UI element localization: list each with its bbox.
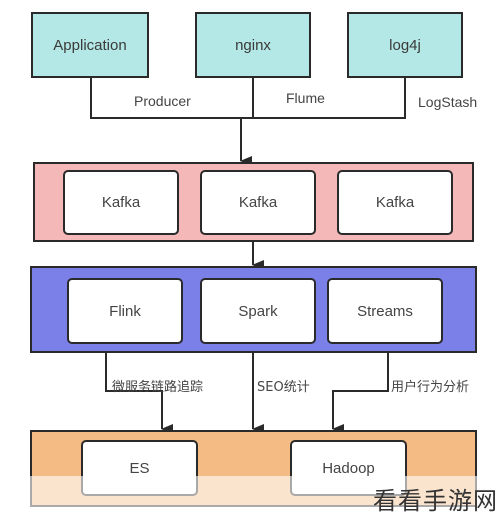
source-application: Application: [31, 12, 149, 78]
use-case-tracing-label: 微服务链路追踪: [112, 380, 204, 395]
processing-node-spark-label: Spark: [238, 302, 278, 320]
use-case-user-behavior-label: 用户行为分析: [391, 380, 470, 395]
processing-node-flink-label: Flink: [109, 302, 141, 320]
arrow-streams-to-storage: [332, 352, 389, 434]
kafka-node: Kafka: [63, 170, 179, 235]
collector-producer-label: Producer: [134, 93, 191, 109]
source-log4j: log4j: [347, 12, 463, 78]
storage-node-hadoop-label: Hadoop: [322, 459, 375, 477]
source-log4j-label: log4j: [389, 36, 421, 54]
collector-logstash-label: LogStash: [418, 94, 478, 110]
processing-node-flink: Flink: [67, 278, 183, 344]
source-nginx-label: nginx: [235, 36, 271, 54]
watermark-text: 看看手游网: [373, 487, 498, 515]
kafka-node-label: Kafka: [101, 194, 141, 211]
storage-node-es-label: ES: [129, 459, 150, 477]
source-application-label: Application: [53, 36, 127, 54]
use-case-seo-label: SEO统计: [257, 380, 310, 395]
processing-node-streams: Streams: [327, 278, 443, 344]
collector-flume-label: Flume: [286, 90, 325, 106]
connector-log4j: [253, 77, 406, 119]
source-nginx: nginx: [195, 12, 311, 78]
kafka-node-label: Kafka: [238, 194, 278, 211]
processing-node-spark: Spark: [200, 278, 316, 344]
kafka-node: Kafka: [337, 170, 453, 235]
kafka-node-label: Kafka: [375, 194, 415, 211]
processing-node-streams-label: Streams: [357, 302, 413, 320]
kafka-node: Kafka: [200, 170, 316, 235]
